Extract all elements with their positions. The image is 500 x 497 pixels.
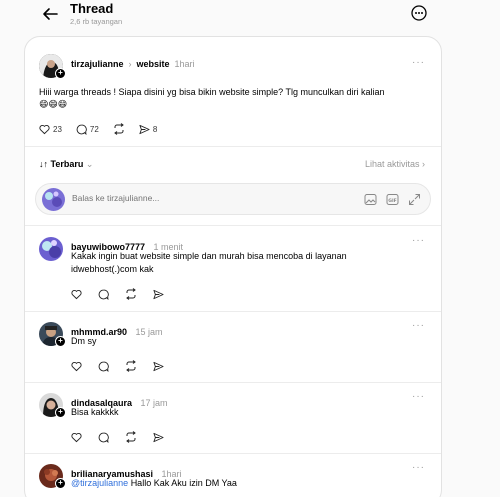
back-arrow-icon[interactable] [40,4,60,24]
comment-more-icon[interactable]: ··· [412,235,425,246]
like-button[interactable] [71,361,82,372]
send-icon [153,361,164,371]
reply-box: GIF [35,183,431,215]
view-count: 2,6 rb tayangan [70,17,123,26]
comment-item: + brilianaryamushasi 1hari ··· @tirzajul… [25,454,441,497]
heart-icon [71,289,82,299]
comment-text: Dm sy [71,336,97,346]
post-header: tirzajulianne › website 1hari [71,59,195,69]
sort-icon: ↓↑ [39,159,51,169]
comment-icon [98,361,109,372]
follow-plus-icon[interactable]: + [55,336,66,347]
repost-button[interactable] [125,360,137,372]
repost-button[interactable] [125,431,137,443]
comment-text: Bisa kakkkk [71,407,119,417]
send-icon [153,289,164,299]
avatar [42,188,65,211]
comment-button[interactable] [98,289,109,300]
comment-actions [71,431,178,443]
post-more-icon[interactable]: ··· [412,57,425,68]
comment-icon [76,124,87,135]
comment-actions [71,360,178,372]
follow-plus-icon[interactable]: + [55,68,66,79]
heart-icon [39,124,50,134]
share-count: 8 [152,124,158,134]
follow-plus-icon[interactable]: + [55,407,66,418]
comment-actions [71,288,178,300]
activity-label: Lihat aktivitas [364,159,420,169]
comment-icon [98,289,109,300]
comment-item: + dindasalqaura 17 jam ··· Bisa kakkkk [25,383,441,453]
send-icon [153,432,164,442]
more-options-icon[interactable] [410,4,428,22]
chevron-right-icon: › [419,159,425,169]
send-icon [139,124,150,134]
comment-text: Hallo Kak Aku izin DM Yaa [130,478,237,488]
repost-icon [126,360,136,372]
follow-plus-icon[interactable]: + [55,478,66,489]
post-username[interactable]: tirzajulianne [71,59,124,69]
original-post: + tirzajulianne › website 1hari ··· Hiii… [25,37,441,147]
heart-icon [71,432,82,442]
share-button[interactable] [153,289,164,300]
gif-icon[interactable]: GIF [386,193,399,206]
avatar[interactable] [39,237,63,261]
comment-count: 72 [89,124,99,134]
reply-input[interactable] [72,193,332,203]
repost-icon [126,431,136,443]
chevron-right-icon: › [128,59,132,69]
top-bar: Thread 2,6 rb tayangan [0,0,500,36]
post-community[interactable]: website [137,59,170,69]
view-activity-link[interactable]: Lihat aktivitas › [365,159,425,169]
thread-card: + tirzajulianne › website 1hari ··· Hiii… [24,36,442,497]
repost-icon [126,288,136,300]
sort-dropdown[interactable]: ↓↑ Terbaru ⌄ [39,159,93,170]
comment-time: 15 jam [135,327,163,337]
chevron-down-icon: ⌄ [83,159,94,169]
comment-icon [98,432,109,443]
share-button[interactable] [153,432,164,443]
post-time: 1hari [174,59,195,69]
comment-text: Kakak ingin buat website simple dan mura… [71,251,347,261]
heart-icon [71,361,82,371]
mention-link[interactable]: @tirzajulianne [71,478,128,488]
post-emojis: 😄😄😄 [39,99,68,109]
comment-button[interactable]: 72 [76,124,99,135]
comment-item: + mhmmd.ar90 15 jam ··· Dm sy [25,312,441,382]
share-button[interactable] [153,361,164,372]
sort-label: Terbaru [50,159,84,169]
comment-button[interactable] [98,432,109,443]
expand-icon[interactable] [408,193,421,206]
sort-bar: ↓↑ Terbaru ⌄ Lihat aktivitas › [25,147,441,181]
comment-item: bayuwibowo7777 1 menit ··· Kakak ingin b… [25,226,441,310]
like-count: 23 [53,124,62,134]
image-icon[interactable] [364,193,377,206]
like-button[interactable]: 23 [39,124,62,135]
comment-more-icon[interactable]: ··· [412,320,425,331]
post-actions: 23 72 8 [39,123,171,135]
comment-button[interactable] [98,361,109,372]
post-text: Hiii warga threads ! Siapa disini yg bis… [39,87,385,97]
comment-more-icon[interactable]: ··· [412,391,425,402]
page-title: Thread [70,1,114,16]
like-button[interactable] [71,432,82,443]
comment-text: idwebhost(.)com kak [71,264,154,274]
comment-more-icon[interactable]: ··· [412,462,425,473]
like-button[interactable] [71,289,82,300]
repost-icon [113,123,124,135]
comment-time: 17 jam [140,398,168,408]
repost-button[interactable] [113,123,125,135]
repost-button[interactable] [125,288,137,300]
comment-body: @tirzajulianne Hallo Kak Aku izin DM Yaa [71,477,237,490]
share-button[interactable]: 8 [139,124,157,135]
svg-text:GIF: GIF [388,198,396,204]
